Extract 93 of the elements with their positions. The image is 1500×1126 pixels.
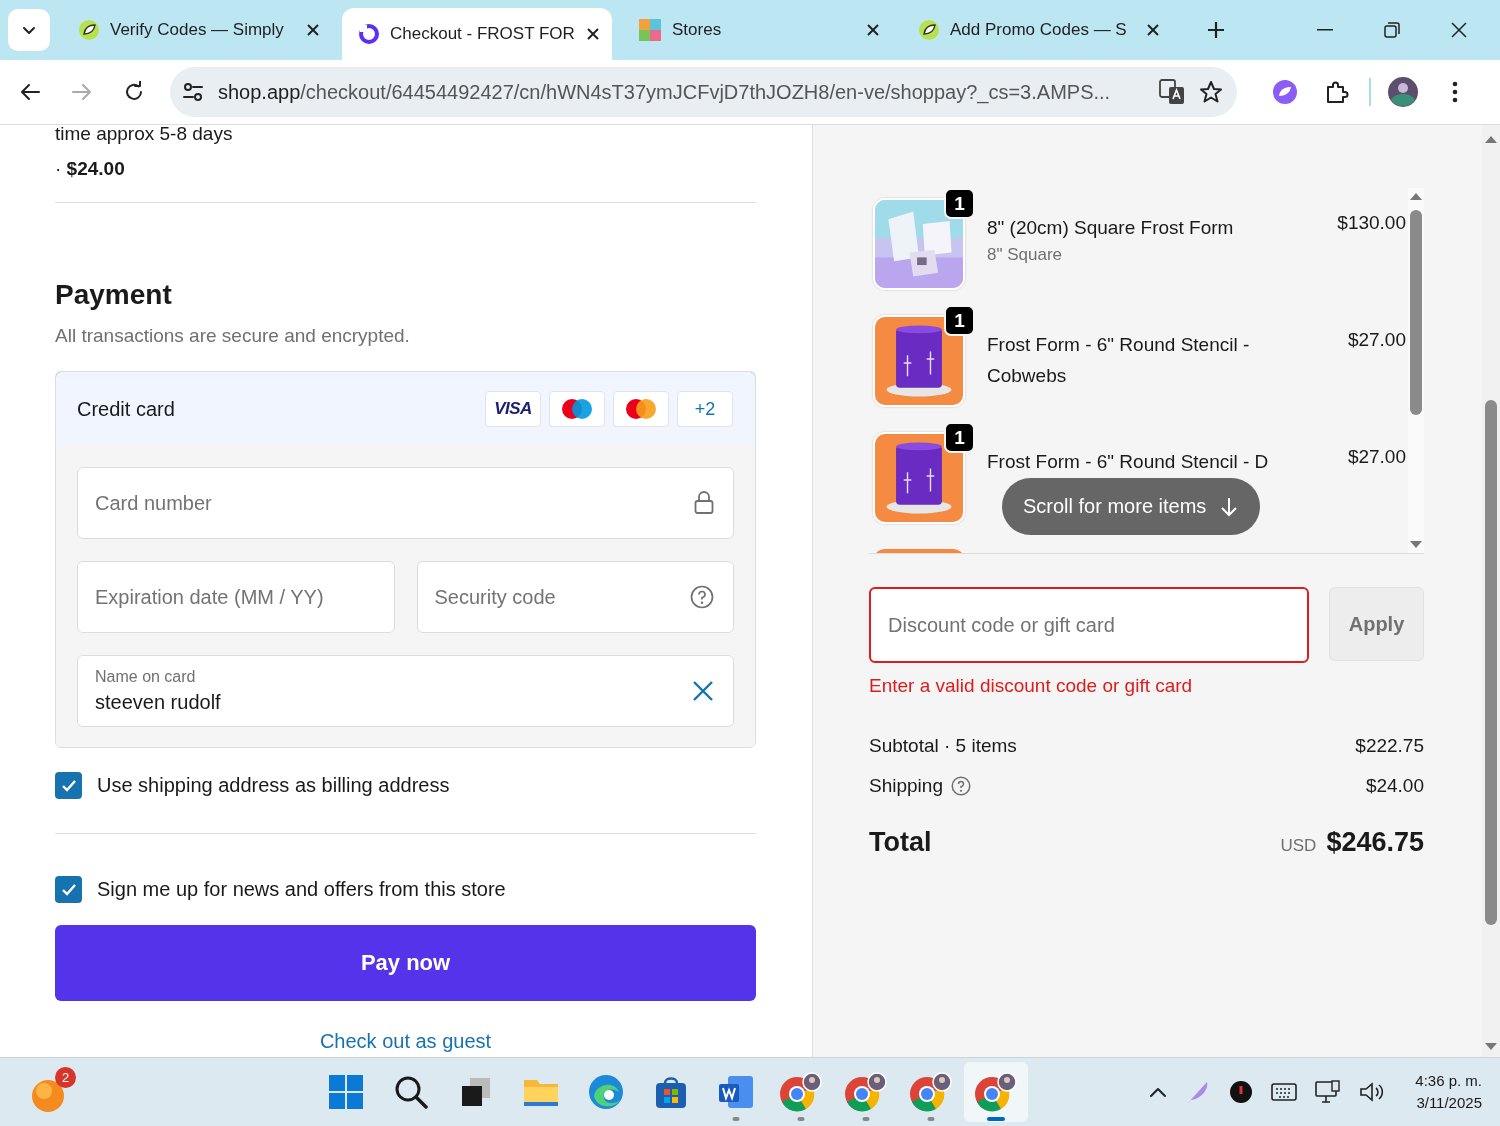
product-title: Frost Form - 6" Round Stencil - Cobwebs [987, 333, 1251, 388]
task-view-icon [461, 1077, 491, 1107]
plus-icon [1207, 21, 1225, 39]
total-label: Total [869, 827, 933, 858]
chrome-icon [974, 1072, 1018, 1112]
discount-code-field[interactable]: Discount code or gift card [869, 587, 1309, 663]
browser-tab[interactable]: Stores [622, 8, 892, 52]
notification-badge: 2 [55, 1067, 76, 1088]
leaf-icon [78, 19, 100, 41]
product-title: Frost Form - 6" Round Stencil - D [987, 450, 1270, 474]
close-icon[interactable] [306, 23, 320, 37]
network-icon[interactable] [1315, 1080, 1342, 1104]
field-label: Name on card [95, 668, 196, 686]
quantity-badge: 1 [944, 188, 975, 219]
help-icon[interactable] [690, 585, 714, 609]
product-price: $130.00 [1337, 211, 1407, 234]
more-cards-badge: +2 [677, 391, 733, 427]
bookmark-star-icon[interactable] [1199, 80, 1223, 104]
site-settings-icon[interactable] [182, 81, 204, 103]
quantity-badge: 1 [944, 305, 975, 336]
browser-tab[interactable]: Checkout - FROST FOR [342, 8, 612, 60]
lock-icon [694, 491, 714, 515]
close-icon[interactable] [1146, 23, 1160, 37]
expiration-date-field[interactable]: Expiration date (MM / YY) [77, 561, 395, 633]
back-arrow-icon [19, 81, 41, 103]
arrow-down-icon [1220, 495, 1239, 518]
puzzle-icon [1324, 79, 1350, 105]
translate-icon[interactable] [1159, 79, 1185, 105]
clear-icon[interactable] [692, 680, 714, 702]
visa-logo: VISA [485, 391, 541, 427]
shop-logo-icon [358, 23, 380, 45]
menu-icon [1452, 81, 1458, 103]
shipping-price: · $24.00 [55, 158, 126, 180]
summary-value: $24.00 [1365, 775, 1424, 797]
scrollbar-thumb[interactable] [1410, 210, 1422, 415]
check-icon [60, 882, 77, 897]
forward-arrow-icon [71, 81, 93, 103]
reload-icon [123, 81, 145, 103]
chrome-icon [779, 1072, 823, 1112]
scrollbar-thumb[interactable] [1485, 400, 1497, 925]
maestro-logo [559, 397, 595, 421]
checkbox-label: Use shipping address as billing address [97, 774, 450, 797]
windows-start-icon [328, 1074, 364, 1110]
checkbox-label: Sign me up for news and offers from this store [97, 878, 506, 901]
edge-icon [588, 1074, 624, 1110]
security-code-field[interactable]: Security code [416, 561, 734, 633]
chevron-up-icon[interactable] [1149, 1086, 1168, 1098]
widgets-button[interactable]: 2 [28, 1067, 78, 1117]
card-number-field[interactable]: Card number [77, 467, 734, 539]
volume-icon[interactable] [1359, 1081, 1386, 1103]
word-icon [718, 1075, 754, 1109]
section-heading: Payment [55, 279, 173, 311]
total-amount: $246.75 [1326, 827, 1424, 858]
checkbox[interactable] [55, 772, 82, 799]
close-icon[interactable] [586, 27, 600, 41]
pay-now-button[interactable]: Pay now [55, 925, 756, 1001]
mastercard-logo [623, 397, 659, 421]
record-icon[interactable] [1229, 1080, 1254, 1104]
avatar-icon [1387, 76, 1419, 108]
summary-label: Subtotal · 5 items [869, 735, 1017, 757]
store-bag-icon [654, 1075, 688, 1109]
product-price: $27.00 [1347, 445, 1407, 468]
error-message: Enter a valid discount code or gift card [869, 675, 1194, 697]
scroll-hint-button[interactable]: Scroll for more items [1002, 478, 1261, 535]
apply-button[interactable]: Apply [1329, 587, 1424, 661]
keyboard-icon[interactable] [1271, 1082, 1298, 1102]
quantity-badge: 1 [944, 422, 975, 453]
product-price: $27.00 [1347, 328, 1407, 351]
guest-checkout-link[interactable]: Check out as guest [319, 1030, 492, 1053]
browser-tab[interactable]: Verify Codes — Simply [62, 8, 332, 52]
section-subtitle: All transactions are secure and encrypted. [55, 325, 411, 347]
delivery-note: time approx 5-8 days [55, 122, 234, 146]
help-icon[interactable] [950, 776, 971, 796]
currency-code: USD [1280, 836, 1317, 856]
restore-icon [1383, 22, 1400, 38]
puzzle-icon [638, 18, 662, 42]
system-clock[interactable]: 4:36 p. m. 3/11/2025 [1415, 1070, 1482, 1114]
product-title: 8" (20cm) Square Frost Form [987, 216, 1235, 240]
chrome-icon [844, 1072, 888, 1112]
minimize-icon [1316, 29, 1333, 31]
chrome-icon [909, 1072, 953, 1112]
close-icon [1450, 22, 1467, 38]
leaf-icon [1272, 79, 1298, 105]
summary-label: Shipping [869, 775, 943, 797]
product-variant: 8" Square [987, 245, 1064, 265]
check-icon [60, 778, 77, 793]
payment-method-option[interactable]: Credit card VISA +2 [56, 372, 755, 447]
browser-tab[interactable]: Add Promo Codes — S [902, 8, 1172, 52]
leaf-icon [918, 19, 940, 41]
close-icon[interactable] [866, 23, 880, 37]
search-icon [394, 1075, 428, 1109]
summary-value: $222.75 [1355, 735, 1424, 757]
checkbox[interactable] [55, 876, 82, 903]
